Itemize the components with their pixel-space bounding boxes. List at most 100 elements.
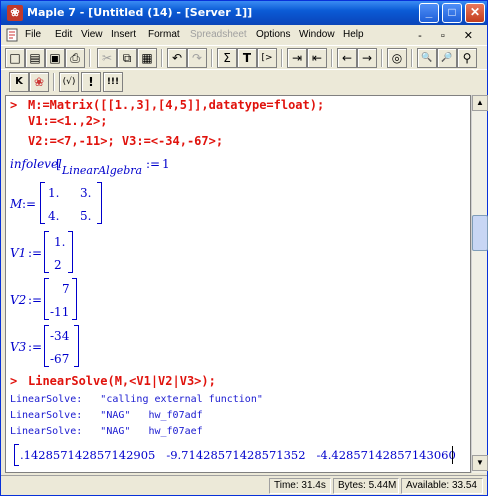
infolevel-subscript: LinearAlgebra (62, 164, 143, 177)
stop-icon[interactable]: ◎ (387, 48, 407, 68)
toolbar-separator (89, 49, 91, 67)
infolevel-equals: := (146, 157, 161, 171)
info-line: LinearSolve: "NAG" hw_f07adf (10, 410, 203, 421)
vector-v3-label: V3 (10, 340, 27, 354)
matrix-m-label: M (10, 197, 23, 211)
infolevel-name: infolevel (10, 157, 62, 171)
new-icon[interactable]: □ (5, 48, 25, 68)
toolbar-separator (211, 49, 213, 67)
vector-cell: 7 (62, 282, 70, 296)
menu-bar: File Edit View Insert Format Spreadsheet… (1, 25, 487, 45)
vector-cell: -34 (50, 329, 70, 343)
vector-right-bracket (72, 278, 77, 320)
maximize-button[interactable]: □ (442, 3, 462, 23)
context-toolbar: K ❀ (√) ! !!! (1, 69, 487, 93)
open-icon[interactable]: ▤ (25, 48, 45, 68)
vector-cell: 2 (54, 258, 62, 272)
assign-operator: := (28, 340, 43, 354)
vector-left-bracket (44, 231, 49, 273)
prompt-marker: > (10, 374, 18, 388)
info-line: LinearSolve: "calling external function" (10, 394, 263, 405)
matrix-cell: 4. (48, 209, 60, 223)
status-bytes: Bytes: 5.44M (333, 478, 399, 494)
vector-v2-label: V2 (10, 293, 27, 307)
toolbar-separator (331, 49, 333, 67)
input-line[interactable]: LinearSolve(M,<V1|V2|V3>); (28, 374, 216, 388)
vector-left-bracket (44, 278, 49, 320)
text-icon[interactable]: T (237, 48, 257, 68)
mdi-controls[interactable]: - ▫ ✕ (418, 29, 481, 42)
scroll-thumb[interactable] (472, 215, 488, 251)
matrix-right-bracket (97, 182, 102, 224)
matrix-cell: 5. (80, 209, 92, 223)
status-bar: Time: 31.4s Bytes: 5.44M Available: 33.5… (1, 475, 487, 495)
redo-icon[interactable]: ↷ (187, 48, 207, 68)
input-line[interactable]: V2:=<7,-11>; V3:=<-34,-67>; (28, 134, 223, 148)
zoom-out-icon[interactable]: 🔎 (437, 48, 457, 68)
toolbar-separator (53, 73, 55, 91)
vector-right-bracket (74, 325, 79, 367)
prompt-marker: > (10, 98, 18, 112)
assign-operator: := (28, 246, 43, 260)
assign-operator: := (22, 197, 37, 211)
input-line[interactable]: V1:=<1.,2>; (28, 114, 107, 128)
input-line[interactable]: M:=Matrix([[1.,3],[4,5]],datatype=float)… (28, 98, 324, 112)
exclaim-icon[interactable]: ! (81, 72, 101, 92)
window-title: Maple 7 - [Untitled (14) - [Server 1]] (27, 6, 253, 19)
info-line: LinearSolve: "NAG" hw_f07aef (10, 426, 203, 437)
toolbar-separator (411, 49, 413, 67)
infolevel-value: 1 (162, 157, 170, 171)
worksheet[interactable]: > M:=Matrix([[1.,3],[4,5]],datatype=floa… (5, 95, 471, 473)
sum-icon[interactable]: Σ (217, 48, 237, 68)
status-available: Available: 33.54 (401, 478, 483, 494)
menu-view[interactable]: View (81, 29, 103, 40)
document-icon[interactable] (5, 28, 19, 42)
menu-options[interactable]: Options (256, 29, 290, 40)
auto-exec-icon[interactable]: (√) (59, 72, 79, 92)
scroll-up-icon[interactable]: ▲ (472, 95, 488, 111)
indent-icon[interactable]: ⇥ (287, 48, 307, 68)
assign-operator: := (28, 293, 43, 307)
matrix-cell: 1. (48, 186, 60, 200)
maple-leaf-icon[interactable]: ❀ (29, 72, 49, 92)
menu-help[interactable]: Help (343, 29, 364, 40)
vector-right-bracket (68, 231, 73, 273)
copy-icon[interactable]: ⧉ (117, 48, 137, 68)
vector-cell: 1. (54, 235, 66, 249)
paste-icon[interactable]: ▦ (137, 48, 157, 68)
main-toolbar: □ ▤ ▣ ⎙ ✂ ⧉ ▦ ↶ ↷ Σ T [> ⇥ ⇤ ← → ◎ 🔍 🔎 ⚲ (1, 45, 487, 69)
insert-prompt-icon[interactable]: [> (257, 48, 277, 68)
menu-edit[interactable]: Edit (55, 29, 72, 40)
menu-spreadsheet[interactable]: Spreadsheet (190, 29, 247, 40)
zoom-in-icon[interactable]: 🔍 (417, 48, 437, 68)
scroll-down-icon[interactable]: ▼ (472, 455, 488, 471)
maple-window: ❀ Maple 7 - [Untitled (14) - [Server 1]]… (0, 0, 488, 496)
save-icon[interactable]: ▣ (45, 48, 65, 68)
menu-format[interactable]: Format (148, 29, 180, 40)
result-row: .142857142857142905 -9.71428571428571352… (20, 448, 456, 462)
menu-window[interactable]: Window (299, 29, 335, 40)
vector-cell: -67 (50, 352, 70, 366)
menu-insert[interactable]: Insert (111, 29, 136, 40)
toolbar-separator (381, 49, 383, 67)
result-left-bracket (14, 444, 19, 466)
status-time: Time: 31.4s (269, 478, 331, 494)
undo-icon[interactable]: ↶ (167, 48, 187, 68)
forward-arrow-icon[interactable]: → (357, 48, 377, 68)
menu-file[interactable]: File (25, 29, 41, 40)
title-bar[interactable]: ❀ Maple 7 - [Untitled (14) - [Server 1]]… (1, 1, 487, 25)
back-arrow-icon[interactable]: ← (337, 48, 357, 68)
outdent-icon[interactable]: ⇤ (307, 48, 327, 68)
vector-cell: -11 (50, 305, 70, 319)
toolbar-separator (281, 49, 283, 67)
matrix-left-bracket (40, 182, 45, 224)
vertical-scrollbar[interactable]: ▲ ▼ (471, 95, 488, 473)
close-button[interactable]: ✕ (465, 3, 485, 23)
zoom-reset-icon[interactable]: ⚲ (457, 48, 477, 68)
cut-icon[interactable]: ✂ (97, 48, 117, 68)
exec-all-icon[interactable]: !!! (103, 72, 123, 92)
maple-app-icon[interactable]: ❀ (7, 5, 23, 21)
print-icon[interactable]: ⎙ (65, 48, 85, 68)
keyword-icon[interactable]: K (9, 72, 29, 92)
minimize-button[interactable]: _ (419, 3, 439, 23)
